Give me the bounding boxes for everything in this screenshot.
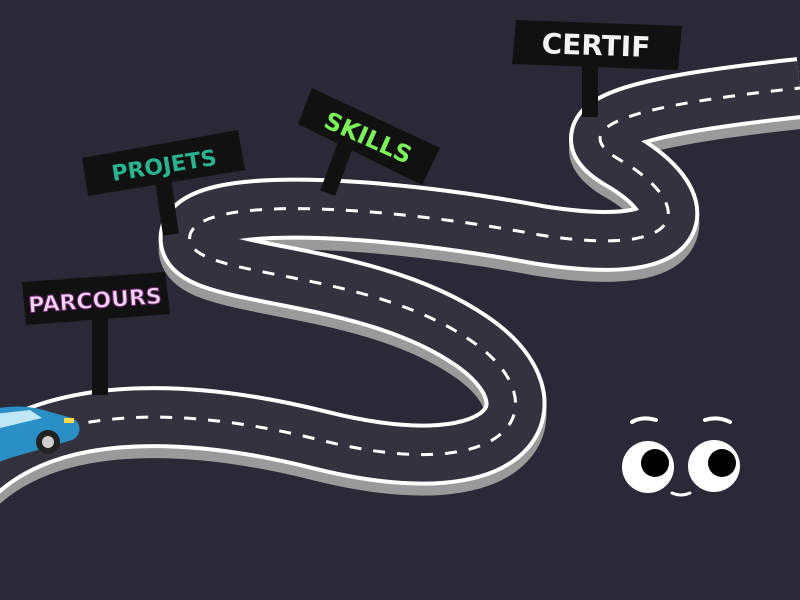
sign-label-certif: CERTIF (541, 27, 651, 64)
right-eyebrow (703, 416, 732, 424)
sign-post (582, 62, 598, 117)
roadmap-scene: PARCOURS PROJETS SKILLS CERTIF (0, 20, 800, 504)
right-pupil (708, 449, 736, 477)
eyes-face-icon (622, 416, 740, 497)
left-eyebrow (630, 416, 658, 424)
sign-post (92, 310, 108, 395)
mouth (670, 491, 692, 497)
car-headlight (64, 418, 74, 423)
car-hubcap (42, 436, 54, 448)
sign-parcours[interactable]: PARCOURS (22, 272, 170, 395)
left-pupil (641, 449, 669, 477)
